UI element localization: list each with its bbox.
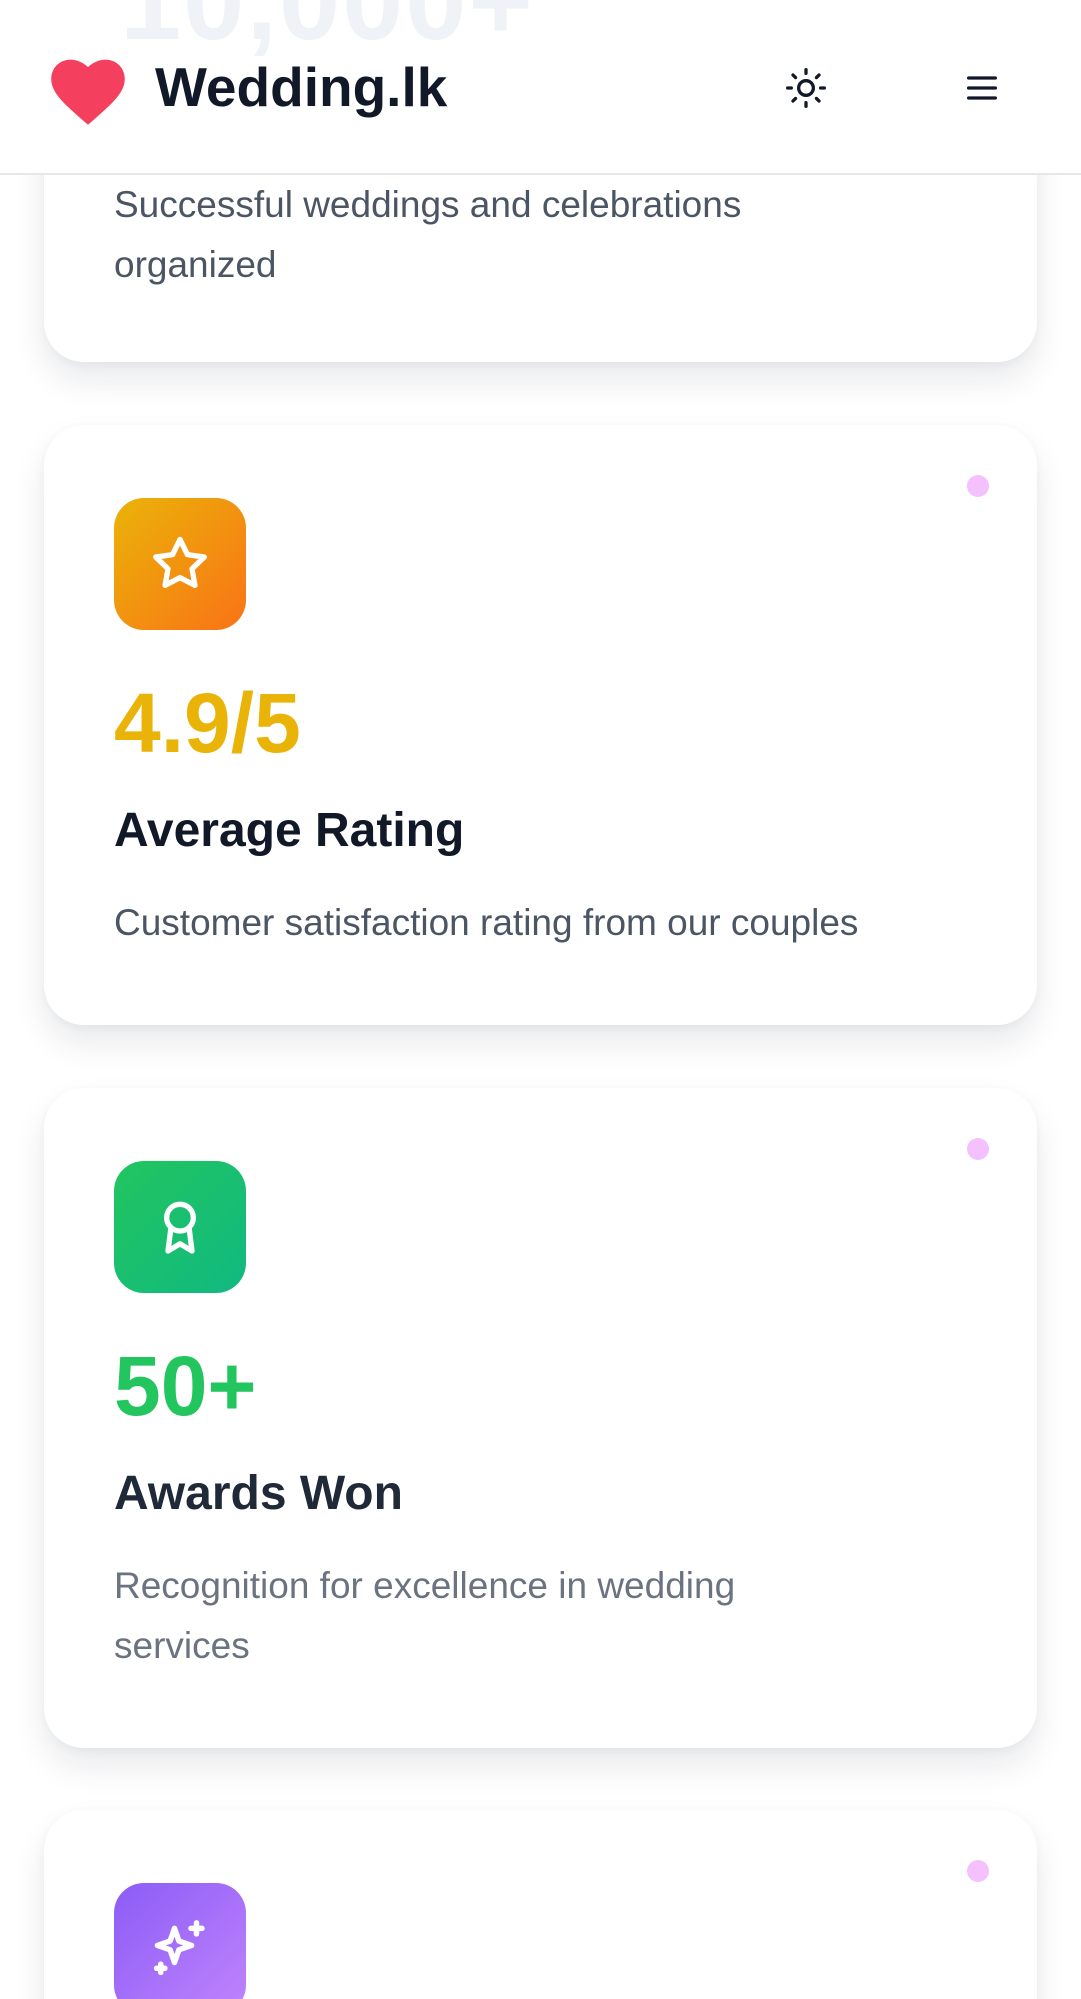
menu-icon <box>967 76 997 100</box>
award-icon <box>114 1161 246 1293</box>
sparkles-icon <box>114 1883 246 1999</box>
stat-card-experience <box>44 1810 1037 1999</box>
stat-title: Awards Won <box>114 1467 403 1520</box>
brand-name[interactable]: Wedding.lk <box>155 54 447 120</box>
theme-toggle-button[interactable] <box>776 58 836 118</box>
stat-description: Customer satisfaction rating from our co… <box>114 902 859 943</box>
decorative-dot <box>967 1138 989 1160</box>
site-header: 10,000+ Wedding.lk <box>0 0 1081 175</box>
heart-icon[interactable] <box>46 48 130 128</box>
menu-button[interactable] <box>952 58 1012 118</box>
stat-card-awards: 50+ Awards Won Recognition for excellenc… <box>44 1088 1037 1748</box>
stat-card-rating: 4.9/5 Average Rating Customer satisfacti… <box>44 425 1037 1025</box>
stat-value: 50+ <box>114 1339 257 1433</box>
stat-description: Successful weddings and celebrations org… <box>114 184 742 285</box>
decorative-dot <box>967 1860 989 1882</box>
sun-icon <box>786 68 826 108</box>
stat-title: Average Rating <box>114 804 465 857</box>
star-icon <box>114 498 246 630</box>
stat-value: 4.9/5 <box>114 676 301 770</box>
decorative-dot <box>967 475 989 497</box>
stat-description: Recognition for excellence in wedding se… <box>114 1565 736 1666</box>
